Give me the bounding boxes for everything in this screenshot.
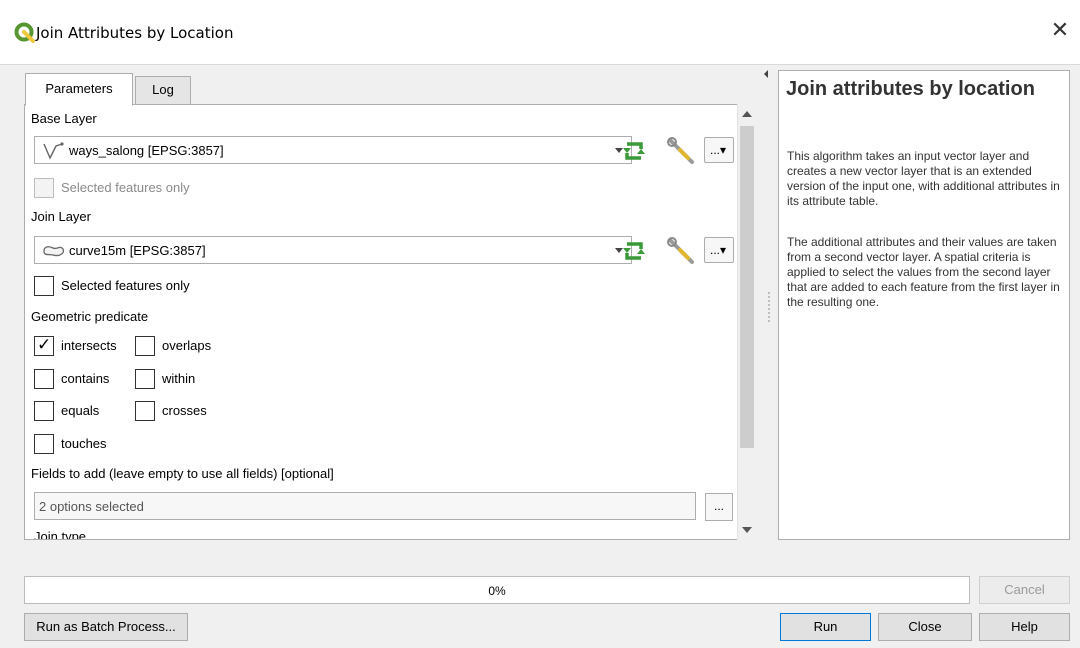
join-selected-only-label: Selected features only [61,278,190,293]
splitter-handle[interactable] [768,292,770,322]
base-layer-label: Base Layer [31,111,97,126]
wrench-icon[interactable] [666,237,696,265]
predicate-touches-label: touches [61,436,107,451]
predicate-equals-checkbox[interactable] [34,401,54,421]
tab-log[interactable]: Log [135,76,191,105]
help-paragraph-1: This algorithm takes an input vector lay… [787,149,1060,208]
scroll-thumb[interactable] [740,126,754,448]
dialog-window: Join Attributes by Location ✕ Parameters… [0,0,1080,648]
fields-to-add-value: 2 options selected [39,499,144,514]
line-layer-icon [43,142,64,160]
help-button[interactable]: Help [979,613,1070,641]
parameters-scrollbar[interactable] [737,104,755,540]
geometric-predicate-label: Geometric predicate [31,309,149,324]
scroll-down-button[interactable] [738,521,755,539]
collapse-help-icon[interactable] [764,70,768,78]
qgis-logo-icon [14,22,35,43]
join-layer-label: Join Layer [31,209,91,224]
window-title: Join Attributes by Location [36,24,234,42]
predicate-touches-checkbox[interactable] [34,434,54,454]
close-window-icon[interactable]: ✕ [1048,20,1072,44]
predicate-contains-checkbox[interactable] [34,369,54,389]
predicate-equals-label: equals [61,403,100,418]
fields-select-button[interactable]: ... [705,493,733,521]
join-layer-value: curve15m [EPSG:3857] [69,243,206,258]
predicate-overlaps-label: overlaps [162,338,212,353]
cancel-button[interactable]: Cancel [979,576,1070,604]
help-panel: Join attributes by location This algorit… [778,70,1070,540]
join-layer-options-button[interactable]: ...▾ [704,237,734,263]
predicate-crosses-checkbox[interactable] [135,401,155,421]
iterate-icon[interactable] [621,140,647,162]
options-button-label: ...▾ [710,143,727,157]
join-selected-only-checkbox[interactable] [34,276,54,296]
options-button-label: ...▾ [710,243,727,257]
join-layer-select[interactable]: curve15m [EPSG:3857] [34,236,632,264]
base-selected-only-checkbox[interactable] [34,178,54,198]
fields-to-add-input[interactable]: 2 options selected [34,492,696,520]
close-button[interactable]: Close [878,613,972,641]
run-button[interactable]: Run [780,613,871,641]
arrow-down-icon [742,527,752,533]
iterate-icon[interactable] [621,240,647,262]
wrench-icon[interactable] [666,137,696,165]
base-selected-only-label: Selected features only [61,180,190,195]
predicate-intersects-label: intersects [61,338,117,353]
predicate-within-checkbox[interactable] [135,369,155,389]
predicate-contains-label: contains [61,371,110,386]
title-bar: Join Attributes by Location ✕ [0,0,1080,64]
polygon-layer-icon [43,246,65,257]
title-divider [0,64,1080,65]
base-layer-select[interactable]: ways_salong [EPSG:3857] [34,136,632,164]
progress-text: 0% [488,584,506,598]
predicate-within-label: within [162,371,196,386]
predicate-overlaps-checkbox[interactable] [135,336,155,356]
fields-to-add-label: Fields to add (leave empty to use all fi… [31,466,334,481]
parameters-panel: Base Layer ways_salong [EPSG:3857] ...▾ … [24,104,755,540]
predicate-intersects-checkbox[interactable]: ✓ [34,335,54,356]
checkmark-icon: ✓ [37,335,52,354]
help-paragraph-2: The additional attributes and their valu… [787,235,1060,309]
progress-bar: 0% [24,576,970,604]
join-type-label: Join type [34,529,87,540]
scroll-up-button[interactable] [738,105,755,123]
arrow-up-icon [742,111,752,117]
run-batch-button[interactable]: Run as Batch Process... [24,613,188,641]
tab-parameters[interactable]: Parameters [25,73,133,106]
help-title: Join attributes by location [786,78,1035,100]
predicate-crosses-label: crosses [162,403,207,418]
base-layer-value: ways_salong [EPSG:3857] [69,143,224,158]
base-layer-options-button[interactable]: ...▾ [704,137,734,163]
